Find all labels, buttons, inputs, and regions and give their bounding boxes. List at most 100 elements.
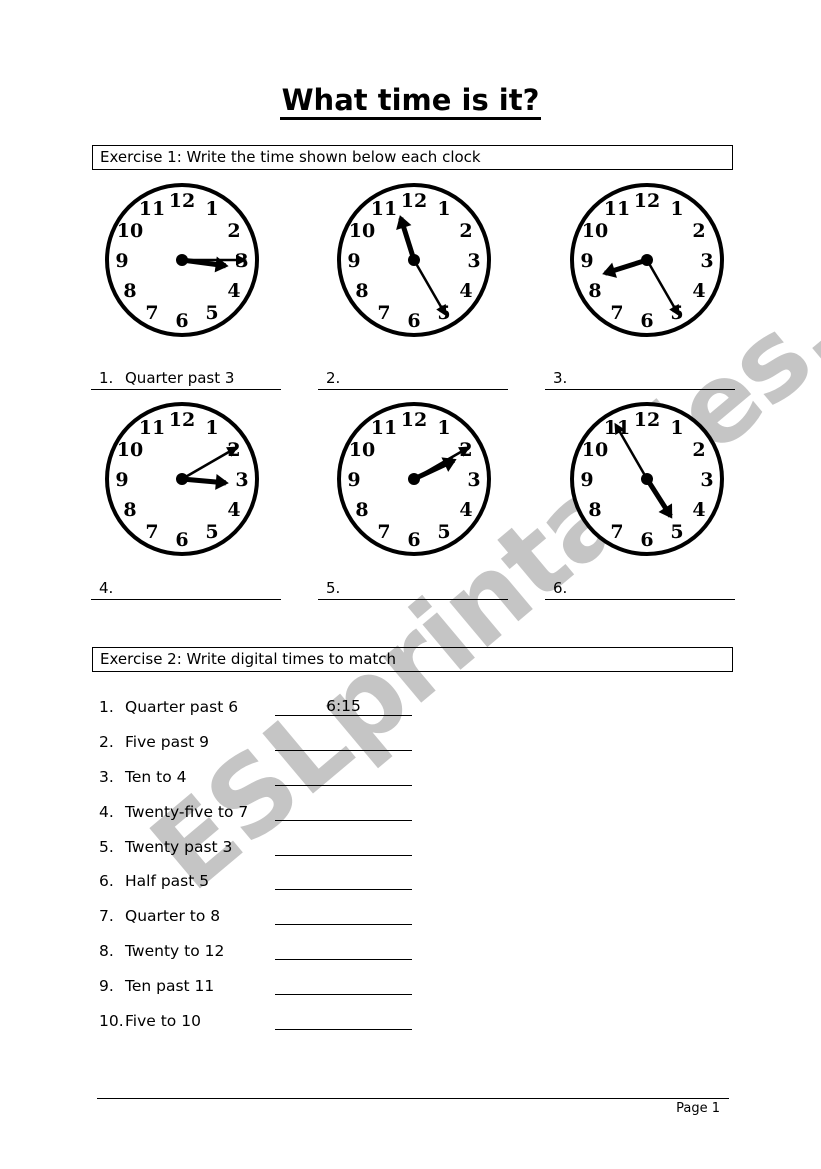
clock-numeral: 7: [610, 302, 623, 324]
item-phrase: Twenty-five to 7: [125, 803, 249, 821]
clock-numeral: 10: [582, 439, 608, 461]
answer-line-9[interactable]: [275, 975, 412, 995]
clock-numeral: 4: [459, 499, 472, 521]
clock-numeral: 6: [640, 529, 653, 551]
clock-answer-text: Quarter past 3: [125, 369, 235, 387]
item-number: 8.: [99, 942, 114, 960]
clock-face: 121234567891011: [105, 183, 259, 337]
clock-numeral: 12: [401, 190, 427, 212]
clock-answer-number: 1.: [99, 369, 114, 387]
clock-hub: [641, 254, 653, 266]
footer-divider: [97, 1098, 729, 1099]
clock-numeral: 7: [377, 521, 390, 543]
clock-numeral: 1: [670, 417, 683, 439]
clock-numeral: 8: [588, 499, 601, 521]
clock-numeral: 11: [139, 417, 165, 439]
clock-hub: [176, 473, 188, 485]
clock-face: 121234567891011: [570, 402, 724, 556]
clock-4: 121234567891011: [102, 399, 262, 559]
clock-answer-number: 6.: [553, 579, 568, 597]
clock-answer-number: 2.: [326, 369, 341, 387]
clock-numeral: 1: [437, 417, 450, 439]
clock-numeral: 1: [205, 198, 218, 220]
clock-answer-5[interactable]: 5.: [318, 579, 508, 600]
item-phrase: Five past 9: [125, 733, 210, 751]
answer-line-1[interactable]: 6:15: [275, 696, 412, 716]
clock-answer-1[interactable]: 1. Quarter past 3: [91, 369, 281, 390]
clock-numeral: 8: [355, 499, 368, 521]
item-phrase: Ten past 11: [125, 977, 215, 995]
clock-numeral: 4: [692, 280, 705, 302]
clock-face: 121234567891011: [337, 183, 491, 337]
clock-answer-6[interactable]: 6.: [545, 579, 735, 600]
exercise2-item-7: 7. Quarter to 8: [99, 905, 220, 929]
item-phrase: Quarter to 8: [125, 907, 221, 925]
answer-line-3[interactable]: [275, 766, 412, 786]
exercise2-item-2: 2. Five past 9: [99, 731, 209, 755]
clock-numeral: 7: [377, 302, 390, 324]
clock-5: 121234567891011: [334, 399, 494, 559]
item-number: 1.: [99, 698, 114, 716]
answer-line-4[interactable]: [275, 801, 412, 821]
clock-numeral: 8: [588, 280, 601, 302]
item-phrase: Half past 5: [125, 872, 210, 890]
clock-numeral: 7: [145, 521, 158, 543]
exercise2-item-8: 8. Twenty to 12: [99, 940, 224, 964]
clock-numeral: 12: [169, 409, 195, 431]
clock-numeral: 11: [371, 198, 397, 220]
clock-numeral: 12: [634, 190, 660, 212]
clock-answer-number: 5.: [326, 579, 341, 597]
item-number: 7.: [99, 907, 114, 925]
item-phrase: Five to 10: [125, 1012, 201, 1030]
clock-numeral: 4: [459, 280, 472, 302]
clock-numeral: 9: [580, 250, 593, 272]
clock-numeral: 10: [349, 220, 375, 242]
answer-line-10[interactable]: [275, 1010, 412, 1030]
clock-numeral: 12: [401, 409, 427, 431]
clock-numeral: 4: [692, 499, 705, 521]
clock-numeral: 10: [349, 439, 375, 461]
clock-answer-3[interactable]: 3.: [545, 369, 735, 390]
clock-numeral: 1: [205, 417, 218, 439]
answer-line-5[interactable]: [275, 836, 412, 856]
item-number: 2.: [99, 733, 114, 751]
page-number: Page 1: [676, 1101, 720, 1116]
clock-numeral: 3: [235, 469, 248, 491]
clock-numeral: 8: [123, 280, 136, 302]
clock-answer-number: 4.: [99, 579, 114, 597]
answer-line-8[interactable]: [275, 940, 412, 960]
clock-numeral: 6: [175, 310, 188, 332]
clock-numeral: 5: [670, 521, 683, 543]
clock-numeral: 9: [347, 250, 360, 272]
clock-numeral: 3: [700, 469, 713, 491]
clock-answer-2[interactable]: 2.: [318, 369, 508, 390]
item-phrase: Twenty past 3: [125, 838, 233, 856]
exercise1-heading: Exercise 1: Write the time shown below e…: [92, 145, 733, 170]
exercise2-item-6: 6. Half past 5: [99, 870, 209, 894]
clock-numeral: 7: [145, 302, 158, 324]
clock-numeral: 6: [640, 310, 653, 332]
clock-answer-4[interactable]: 4.: [91, 579, 281, 600]
clock-hub: [408, 254, 420, 266]
answer-line-7[interactable]: [275, 905, 412, 925]
clock-numeral: 9: [115, 469, 128, 491]
clock-numeral: 4: [227, 499, 240, 521]
clock-3: 121234567891011: [567, 180, 727, 340]
clock-numeral: 5: [205, 521, 218, 543]
clock-answer-number: 3.: [553, 369, 568, 387]
clock-numeral: 9: [347, 469, 360, 491]
clock-numeral: 6: [407, 310, 420, 332]
clock-1: 121234567891011: [102, 180, 262, 340]
clock-numeral: 10: [582, 220, 608, 242]
clock-numeral: 11: [139, 198, 165, 220]
clock-numeral: 1: [437, 198, 450, 220]
item-number: 10.: [99, 1012, 124, 1030]
clock-6: 121234567891011: [567, 399, 727, 559]
answer-line-2[interactable]: [275, 731, 412, 751]
item-number: 9.: [99, 977, 114, 995]
clock-numeral: 8: [123, 499, 136, 521]
clock-numeral: 12: [634, 409, 660, 431]
clock-numeral: 2: [692, 220, 705, 242]
clock-numeral: 9: [580, 469, 593, 491]
answer-line-6[interactable]: [275, 870, 412, 890]
